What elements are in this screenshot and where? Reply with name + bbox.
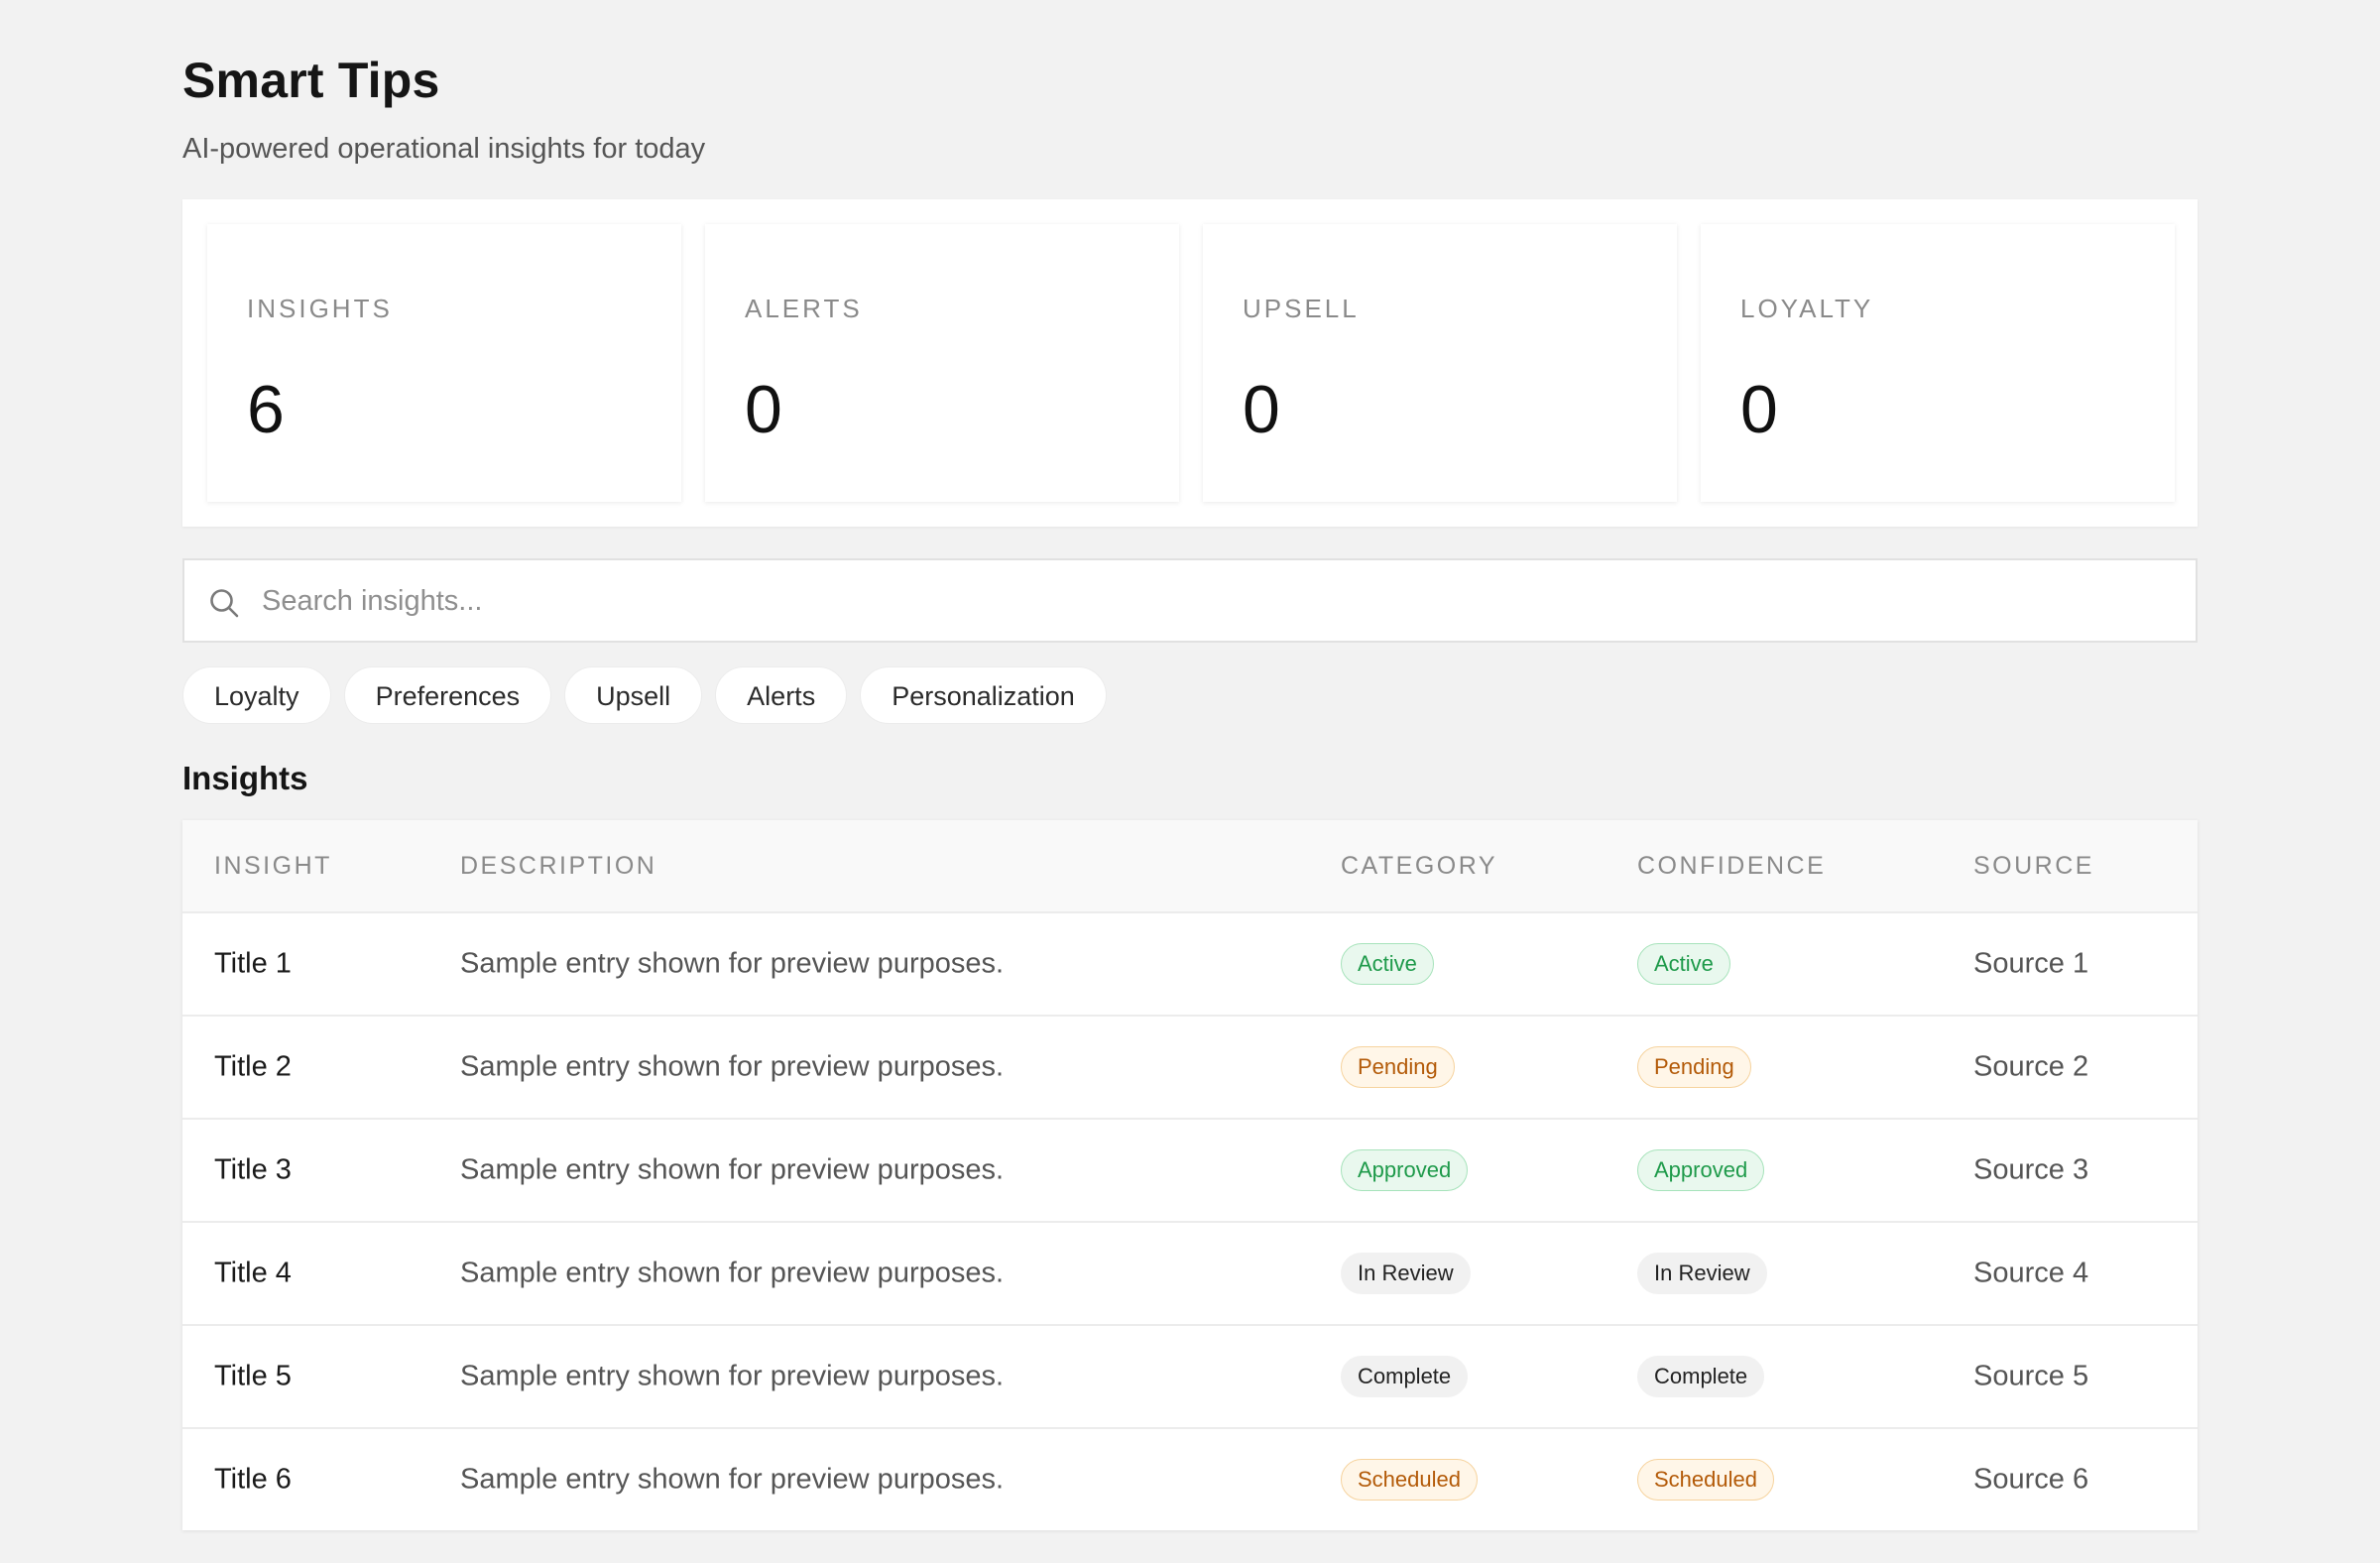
column-header-source[interactable]: SOURCE [1973, 852, 2094, 881]
category-badge: Complete [1341, 1356, 1469, 1397]
confidence-cell: Complete [1637, 1356, 1765, 1397]
filter-chips: Loyalty Preferences Upsell Alerts Person… [182, 666, 1107, 724]
table-row[interactable]: Title 6 Sample entry shown for preview p… [182, 1427, 2198, 1530]
insight-title: Title 3 [214, 1153, 292, 1186]
stat-label: ALERTS [745, 294, 863, 323]
confidence-badge: Pending [1637, 1046, 1751, 1088]
stat-card-alerts: ALERTS 0 [705, 224, 1179, 502]
stat-value: 0 [1740, 372, 1778, 447]
category-badge: Pending [1341, 1046, 1455, 1088]
stat-card-loyalty: LOYALTY 0 [1701, 224, 2175, 502]
search-box[interactable] [182, 558, 2198, 643]
confidence-cell: Pending [1637, 1046, 1751, 1088]
category-cell: In Review [1341, 1253, 1471, 1294]
stat-card-upsell: UPSELL 0 [1203, 224, 1677, 502]
insight-description: Sample entry shown for preview purposes. [460, 1360, 1005, 1392]
filter-chip-alerts[interactable]: Alerts [715, 666, 848, 724]
confidence-cell: Scheduled [1637, 1459, 1774, 1501]
confidence-badge: Approved [1637, 1149, 1765, 1191]
insight-description: Sample entry shown for preview purposes. [460, 1463, 1005, 1496]
section-title: Insights [182, 760, 308, 796]
insight-title: Title 5 [214, 1360, 292, 1392]
filter-chip-preferences[interactable]: Preferences [343, 666, 552, 724]
category-badge: Active [1341, 943, 1434, 985]
table-row[interactable]: Title 5 Sample entry shown for preview p… [182, 1324, 2198, 1427]
category-cell: Approved [1341, 1149, 1469, 1191]
category-badge: Scheduled [1341, 1459, 1478, 1501]
column-header-confidence[interactable]: CONFIDENCE [1637, 852, 1826, 881]
stat-value: 6 [247, 372, 285, 447]
insight-title: Title 6 [214, 1463, 292, 1496]
insight-source: Source 1 [1973, 947, 2089, 980]
insights-table: INSIGHT DESCRIPTION CATEGORY CONFIDENCE … [182, 820, 2198, 1530]
insight-description: Sample entry shown for preview purposes. [460, 1153, 1005, 1186]
stat-label: INSIGHTS [247, 294, 393, 323]
filter-chip-personalization[interactable]: Personalization [860, 666, 1107, 724]
page: Smart Tips AI-powered operational insigh… [0, 0, 2380, 1563]
confidence-cell: Approved [1637, 1149, 1765, 1191]
column-header-category[interactable]: CATEGORY [1341, 852, 1497, 881]
category-cell: Active [1341, 943, 1434, 985]
table-header: INSIGHT DESCRIPTION CATEGORY CONFIDENCE … [182, 820, 2198, 911]
insight-source: Source 5 [1973, 1360, 2089, 1392]
filter-chip-loyalty[interactable]: Loyalty [182, 666, 331, 724]
insight-title: Title 1 [214, 947, 292, 980]
category-cell: Scheduled [1341, 1459, 1478, 1501]
confidence-cell: In Review [1637, 1253, 1767, 1294]
insight-description: Sample entry shown for preview purposes. [460, 947, 1005, 980]
insight-source: Source 2 [1973, 1050, 2089, 1083]
stat-label: UPSELL [1243, 294, 1360, 323]
insight-source: Source 6 [1973, 1463, 2089, 1496]
category-cell: Pending [1341, 1046, 1455, 1088]
insight-source: Source 4 [1973, 1257, 2089, 1289]
column-header-insight[interactable]: INSIGHT [214, 852, 332, 881]
confidence-badge: Scheduled [1637, 1459, 1774, 1501]
stat-card-insights: INSIGHTS 6 [207, 224, 681, 502]
table-row[interactable]: Title 1 Sample entry shown for preview p… [182, 911, 2198, 1015]
confidence-badge: Complete [1637, 1356, 1765, 1397]
category-cell: Complete [1341, 1356, 1469, 1397]
category-badge: In Review [1341, 1253, 1471, 1294]
table-row[interactable]: Title 3 Sample entry shown for preview p… [182, 1118, 2198, 1221]
category-badge: Approved [1341, 1149, 1469, 1191]
table-row[interactable]: Title 2 Sample entry shown for preview p… [182, 1015, 2198, 1118]
table-row[interactable]: Title 4 Sample entry shown for preview p… [182, 1221, 2198, 1324]
confidence-badge: In Review [1637, 1253, 1767, 1294]
column-header-description[interactable]: DESCRIPTION [460, 852, 656, 881]
insight-description: Sample entry shown for preview purposes. [460, 1257, 1005, 1289]
search-input[interactable] [262, 578, 2146, 624]
confidence-cell: Active [1637, 943, 1730, 985]
page-title: Smart Tips [182, 53, 440, 108]
filter-chip-upsell[interactable]: Upsell [564, 666, 703, 724]
confidence-badge: Active [1637, 943, 1730, 985]
insight-title: Title 4 [214, 1257, 292, 1289]
search-icon [210, 589, 239, 618]
stats-panel: INSIGHTS 6 ALERTS 0 UPSELL 0 LOYALTY 0 [182, 199, 2198, 527]
stat-label: LOYALTY [1740, 294, 1874, 323]
insight-title: Title 2 [214, 1050, 292, 1083]
stat-value: 0 [1243, 372, 1280, 447]
stat-value: 0 [745, 372, 782, 447]
page-subtitle: AI-powered operational insights for toda… [182, 133, 706, 165]
insight-source: Source 3 [1973, 1153, 2089, 1186]
insight-description: Sample entry shown for preview purposes. [460, 1050, 1005, 1083]
